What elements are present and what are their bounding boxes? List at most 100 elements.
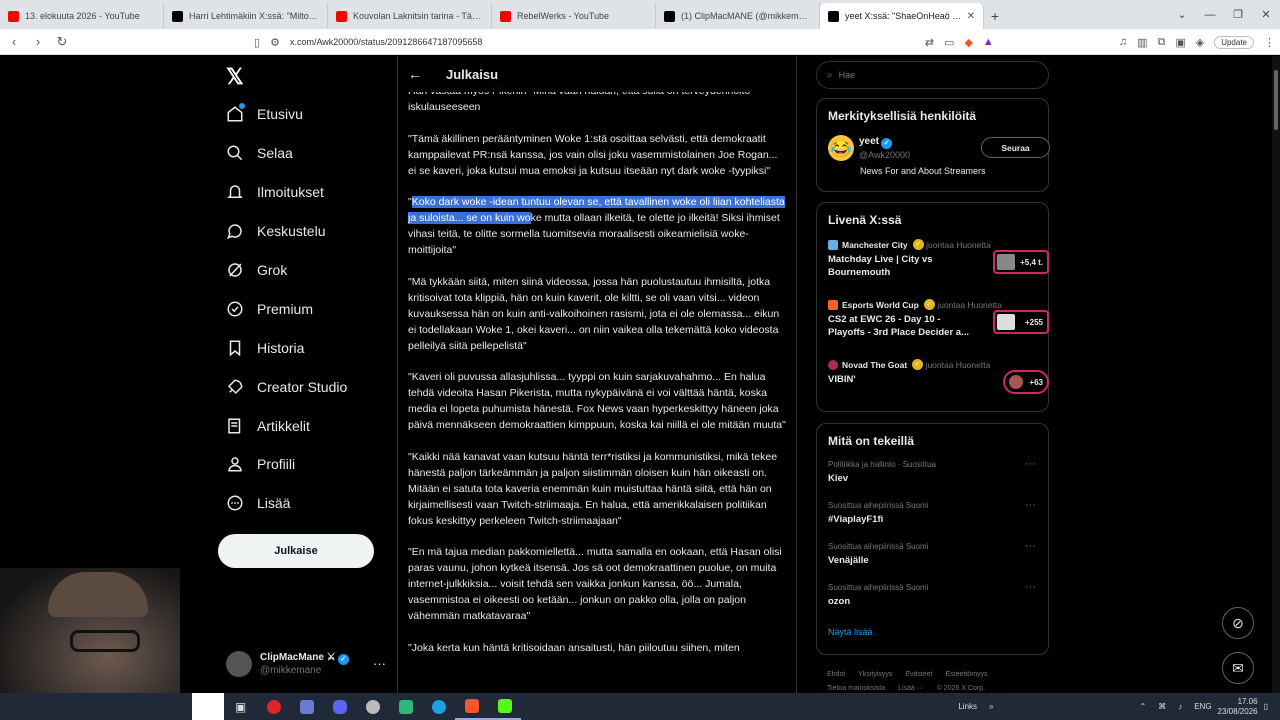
forward-icon[interactable]: › — [28, 34, 48, 49]
nav-premium[interactable]: Premium — [226, 294, 313, 324]
verified-badge-icon: ✓ — [881, 138, 893, 149]
translate-icon[interactable]: ⇄ — [925, 36, 934, 49]
back-icon[interactable]: ‹ — [4, 34, 24, 49]
rewards-icon[interactable]: ▲ — [983, 36, 994, 48]
more-options-icon[interactable]: ··· — [1025, 540, 1036, 552]
post-button[interactable]: Julkaise — [218, 534, 374, 568]
browser-tab[interactable]: Harri Lehtimäkiin X:ssä: "Miltoin Su... — [164, 3, 328, 29]
browser-tab[interactable]: (1) ClipMacMANE (@mikkemane) | X — [656, 3, 820, 29]
nav-profile[interactable]: Profiili — [226, 449, 295, 479]
nav-messages[interactable]: Keskustelu — [226, 216, 325, 246]
edge-icon[interactable] — [422, 693, 455, 720]
live-item[interactable]: Novad The Goat ✓ juontaa Huonetta VIBIN' … — [828, 355, 1049, 415]
language-indicator[interactable]: ENG — [1194, 702, 1211, 711]
update-button[interactable]: Update — [1214, 35, 1254, 49]
grok-fab-icon[interactable]: ⊘ — [1222, 607, 1254, 639]
search-input[interactable]: ⌕ Hae — [816, 61, 1049, 89]
vpn-icon[interactable]: ◈ — [1196, 36, 1204, 49]
follow-button[interactable]: Seuraa — [981, 137, 1050, 158]
nav-home[interactable]: Etusivu — [226, 99, 303, 129]
footer-link[interactable]: Lisää ··· — [898, 685, 924, 692]
bookmark-page-icon[interactable]: ▯ — [254, 36, 260, 49]
live-item[interactable]: Esports World Cup ✓ juontaa Huonetta CS2 … — [828, 295, 1049, 355]
footer-link[interactable]: Ehdot — [827, 671, 845, 678]
webcam-overlay — [0, 568, 180, 694]
more-options-icon[interactable]: ··· — [1025, 499, 1036, 511]
app-icon[interactable] — [389, 693, 422, 720]
maximize-button[interactable]: ❐ — [1224, 8, 1252, 21]
rocket-icon — [226, 378, 244, 396]
show-more-link[interactable]: Näytä lisää — [828, 627, 1048, 637]
network-icon[interactable]: ⌘ — [1158, 702, 1166, 711]
browser-tab[interactable]: RebelWerks - YouTube — [492, 3, 656, 29]
post-header: ← Julkaisu — [398, 56, 796, 92]
notification-icon[interactable]: ▯ — [1264, 702, 1268, 711]
nav-notifications[interactable]: Ilmoitukset — [226, 177, 324, 207]
nav-grok[interactable]: Grok — [226, 255, 287, 285]
url-field[interactable]: ▯ ⚙ x.com/Awk20000/status/20912866471870… — [254, 32, 1002, 52]
brave-icon[interactable] — [455, 693, 488, 720]
more-options-icon[interactable]: ··· — [1025, 458, 1036, 470]
sidebar-icon[interactable]: ▥ — [1137, 36, 1147, 49]
app-icon[interactable] — [356, 693, 389, 720]
trend-item[interactable]: Politiikka ja hallinto · Suosittua Kiev … — [828, 458, 1048, 499]
account-switcher[interactable]: ClipMacMane ⚔ ✓ @mikkemane ··· — [226, 644, 386, 684]
tray-up-icon[interactable]: ⌃ — [1140, 702, 1147, 711]
relevant-person[interactable]: 😂 yeet ✓ @Awk20000 News For and About Str… — [828, 135, 1050, 183]
links-toolbar[interactable]: Links — [958, 702, 977, 711]
live-item[interactable]: Manchester City ✓ juontaa Huonetta Matchd… — [828, 235, 1049, 295]
reload-icon[interactable]: ↻ — [52, 34, 72, 50]
media-player-icon[interactable] — [488, 693, 521, 720]
media-icon[interactable]: ♫ — [1119, 36, 1127, 48]
chat-icon — [226, 222, 244, 240]
nav-more[interactable]: Lisää — [226, 488, 290, 518]
more-options-icon[interactable]: ··· — [1025, 581, 1036, 593]
youtube-icon — [500, 10, 511, 22]
post-paragraph: "Tämä äkillinen perääntyminen Woke 1:stä… — [408, 132, 778, 177]
site-info-icon[interactable]: ⚙ — [270, 36, 280, 49]
extensions-icon[interactable]: ⧉ — [1157, 36, 1165, 49]
speaker-icon[interactable]: ♪ — [1178, 702, 1182, 711]
task-view-icon[interactable]: ▣ — [224, 693, 257, 720]
close-window-button[interactable]: ✕ — [1252, 8, 1280, 21]
avatar — [828, 239, 838, 250]
chevron-right-icon[interactable]: » — [989, 702, 993, 711]
nav-explore[interactable]: Selaa — [226, 138, 293, 168]
trend-item[interactable]: Suosittua aihepiirissä Suomi Venäjälle ·… — [828, 540, 1048, 581]
listener-count: +5,4 t. — [993, 250, 1049, 274]
browser-tab-active[interactable]: yeet X:ssä: "ShaeOnHeaö pushes✕ — [820, 3, 984, 29]
more-options-icon[interactable]: ··· — [373, 656, 386, 671]
nav-bookmarks[interactable]: Historia — [226, 333, 304, 363]
discord-icon[interactable] — [323, 693, 356, 720]
trend-item[interactable]: Suosittua aihepiirissä Suomi #ViaplayF1f… — [828, 499, 1048, 540]
brave-shield-icon[interactable]: ◆ — [964, 36, 972, 49]
browser-tab[interactable]: Kouvolan Laknitsin tarina - Tämän tar... — [328, 3, 492, 29]
nav-creator-studio[interactable]: Creator Studio — [226, 372, 347, 402]
tab-search-icon[interactable]: ⌄ — [1168, 8, 1196, 21]
back-arrow-icon[interactable]: ← — [408, 66, 426, 82]
nav-articles[interactable]: Artikkelit — [226, 411, 310, 441]
close-tab-icon[interactable]: ✕ — [967, 11, 975, 22]
trends-panel: Mitä on tekeillä Politiikka ja hallinto … — [816, 423, 1049, 655]
messages-fab-icon[interactable]: ✉ — [1222, 652, 1254, 684]
opera-icon[interactable] — [257, 693, 290, 720]
wallet-icon[interactable]: ▣ — [1175, 36, 1185, 49]
webcam-person-glasses — [70, 630, 140, 652]
trend-item[interactable]: Suosittua aihepiirissä Suomi ozon ··· — [828, 581, 1048, 622]
footer-link[interactable]: Esteettömyys — [946, 671, 988, 678]
menu-icon[interactable]: ⋮ — [1264, 36, 1275, 49]
scrollbar-thumb[interactable] — [1274, 70, 1278, 130]
screenshot-icon[interactable]: ▭ — [944, 36, 954, 49]
live-thumbnail — [997, 254, 1015, 270]
app-icon[interactable] — [290, 693, 323, 720]
new-tab-button[interactable]: + — [984, 3, 1006, 29]
taskbar-blank-area — [192, 693, 224, 720]
footer-link[interactable]: Yksityisyys — [858, 671, 892, 678]
footer-link[interactable]: Tietoa mainoksista — [827, 685, 885, 692]
page-scrollbar[interactable] — [1272, 56, 1280, 693]
clock[interactable]: 17.06 23/08/2026 — [1218, 697, 1258, 717]
minimize-button[interactable]: — — [1196, 9, 1224, 21]
footer-link[interactable]: Evästeet — [905, 671, 932, 678]
x-logo-icon[interactable]: 𝕏 — [226, 64, 250, 89]
browser-tab[interactable]: 13. elokuuta 2026 - YouTube — [0, 3, 164, 29]
